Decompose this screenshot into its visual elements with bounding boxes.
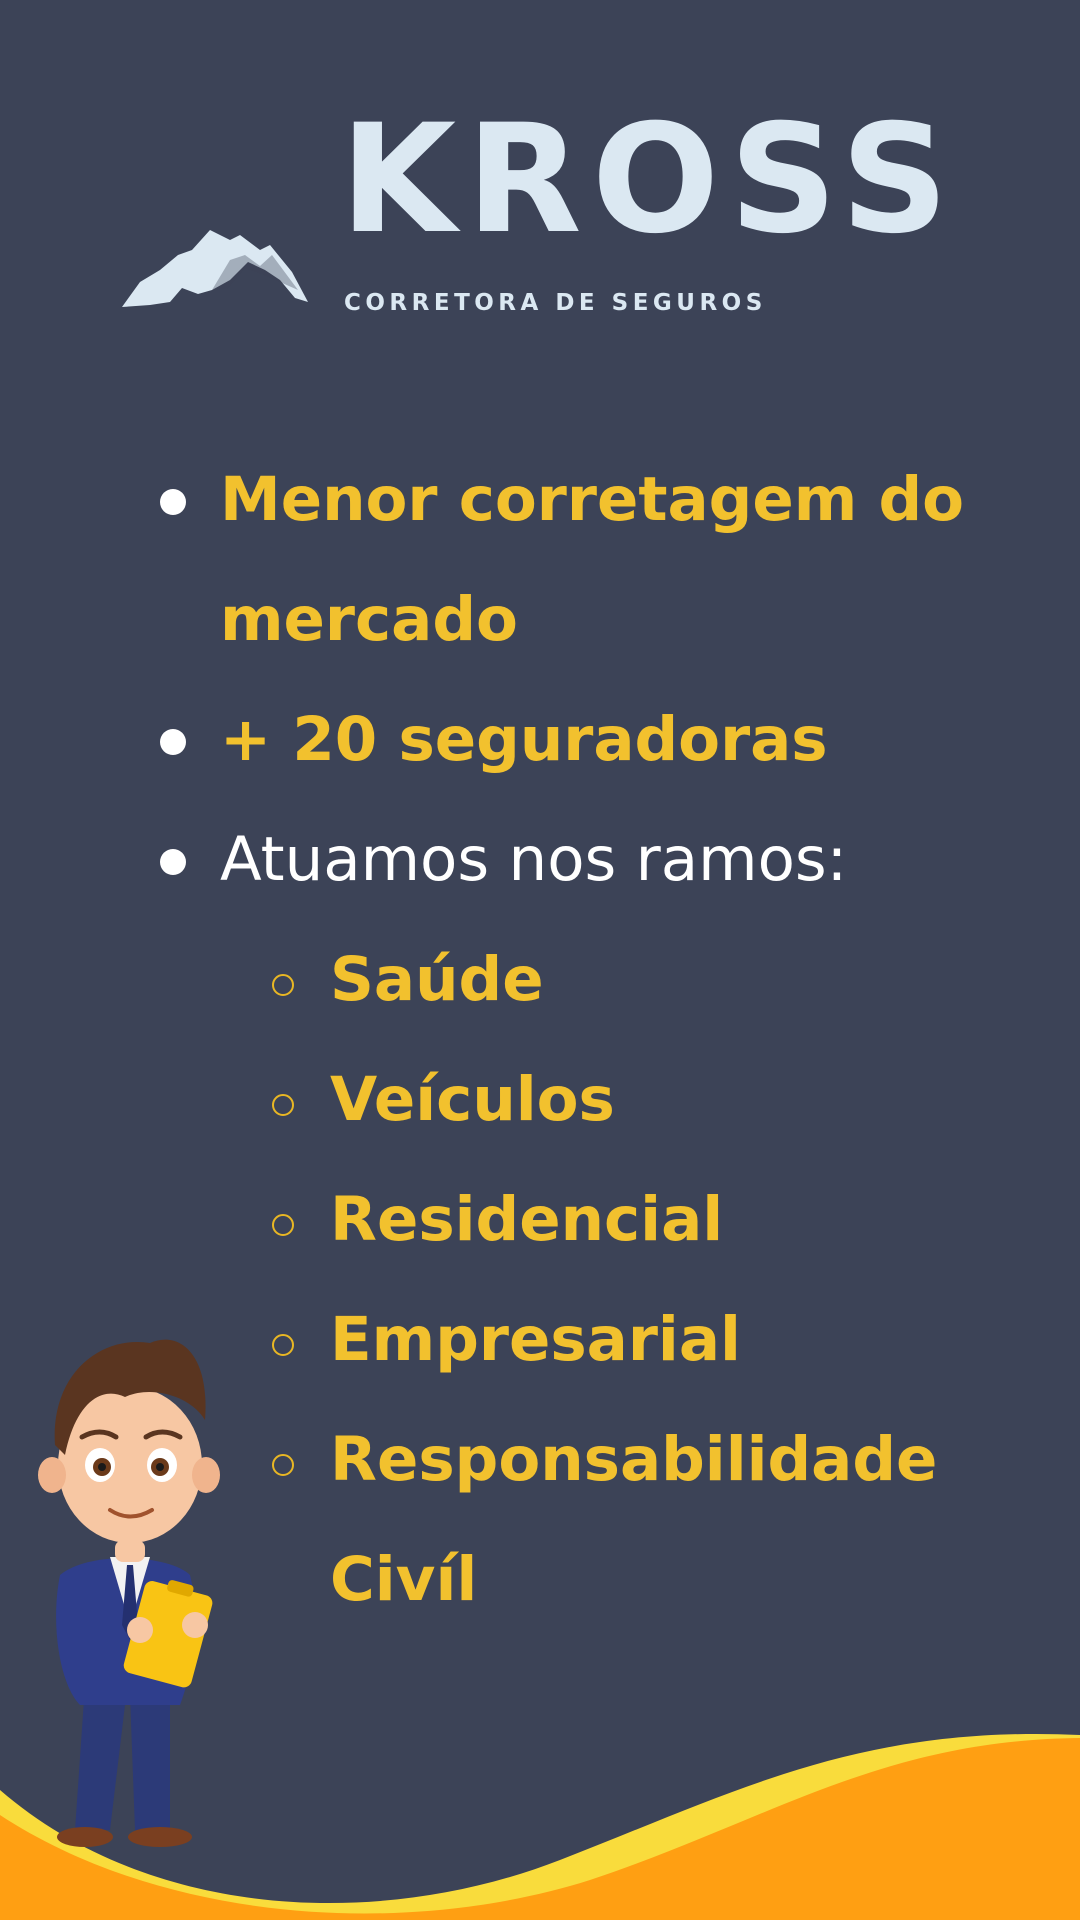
list-item: + 20 seguradoras [0,680,1080,800]
brand-logo: KROSS CORRETORA DE SEGUROS [120,105,949,325]
feature-branches-heading: Atuamos nos ramos: [220,824,848,895]
branch-item: Saúde [0,920,1080,1040]
bullet-dot-icon [160,489,186,515]
bullet-circle-icon [272,1214,294,1236]
bullet-dot-icon [160,729,186,755]
branch-item: Residencial [0,1160,1080,1280]
feature-brokerage: Menor corretagem do mercado [220,464,965,655]
mountain-icon [122,230,308,307]
feature-insurers: + 20 seguradoras [220,704,828,775]
bullet-circle-icon [272,1334,294,1356]
branch-business: Empresarial [330,1304,741,1375]
branch-item: Veículos [0,1040,1080,1160]
brand-tagline: CORRETORA DE SEGUROS [344,290,767,316]
bullet-dot-icon [160,849,186,875]
businessman-character-icon [38,1339,220,1847]
branch-residential: Residencial [330,1184,724,1255]
bullet-circle-icon [272,1454,294,1476]
list-item: Atuamos nos ramos: [0,800,1080,920]
bullet-circle-icon [272,974,294,996]
branch-vehicles: Veículos [330,1064,615,1135]
branch-liability: Responsabilidade Civíl [330,1424,938,1615]
bullet-circle-icon [272,1094,294,1116]
list-item: Menor corretagem do mercado [0,440,1080,680]
brand-name: KROSS [340,93,959,267]
branch-health: Saúde [330,944,544,1015]
